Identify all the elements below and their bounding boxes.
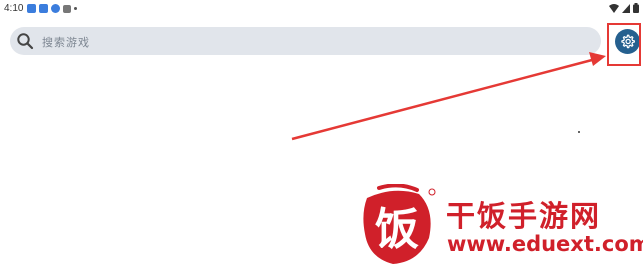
wifi-icon — [609, 3, 619, 13]
dot-marker — [578, 131, 580, 133]
mail-icon — [27, 4, 36, 13]
status-bar: 4:10 — [0, 0, 643, 18]
app-icon — [51, 4, 60, 13]
watermark-logo-text: 饭 — [375, 204, 419, 255]
signal-icon — [622, 3, 630, 13]
notification-icons — [27, 4, 77, 13]
watermark-url: www.eduext.com — [447, 232, 643, 256]
status-icons — [609, 3, 639, 13]
battery-icon — [633, 3, 639, 13]
highlight-box — [607, 23, 641, 66]
dot-icon — [74, 7, 77, 10]
search-icon — [17, 33, 34, 50]
app-icon — [63, 4, 71, 13]
status-time: 4:10 — [4, 3, 24, 14]
search-input[interactable]: 搜索游戏 — [42, 34, 90, 50]
mail-icon — [39, 4, 48, 13]
search-bar[interactable]: 搜索游戏 — [10, 27, 601, 55]
watermark-title: 干饭手游网 — [446, 199, 602, 233]
watermark-logo: 饭 — [363, 184, 436, 264]
